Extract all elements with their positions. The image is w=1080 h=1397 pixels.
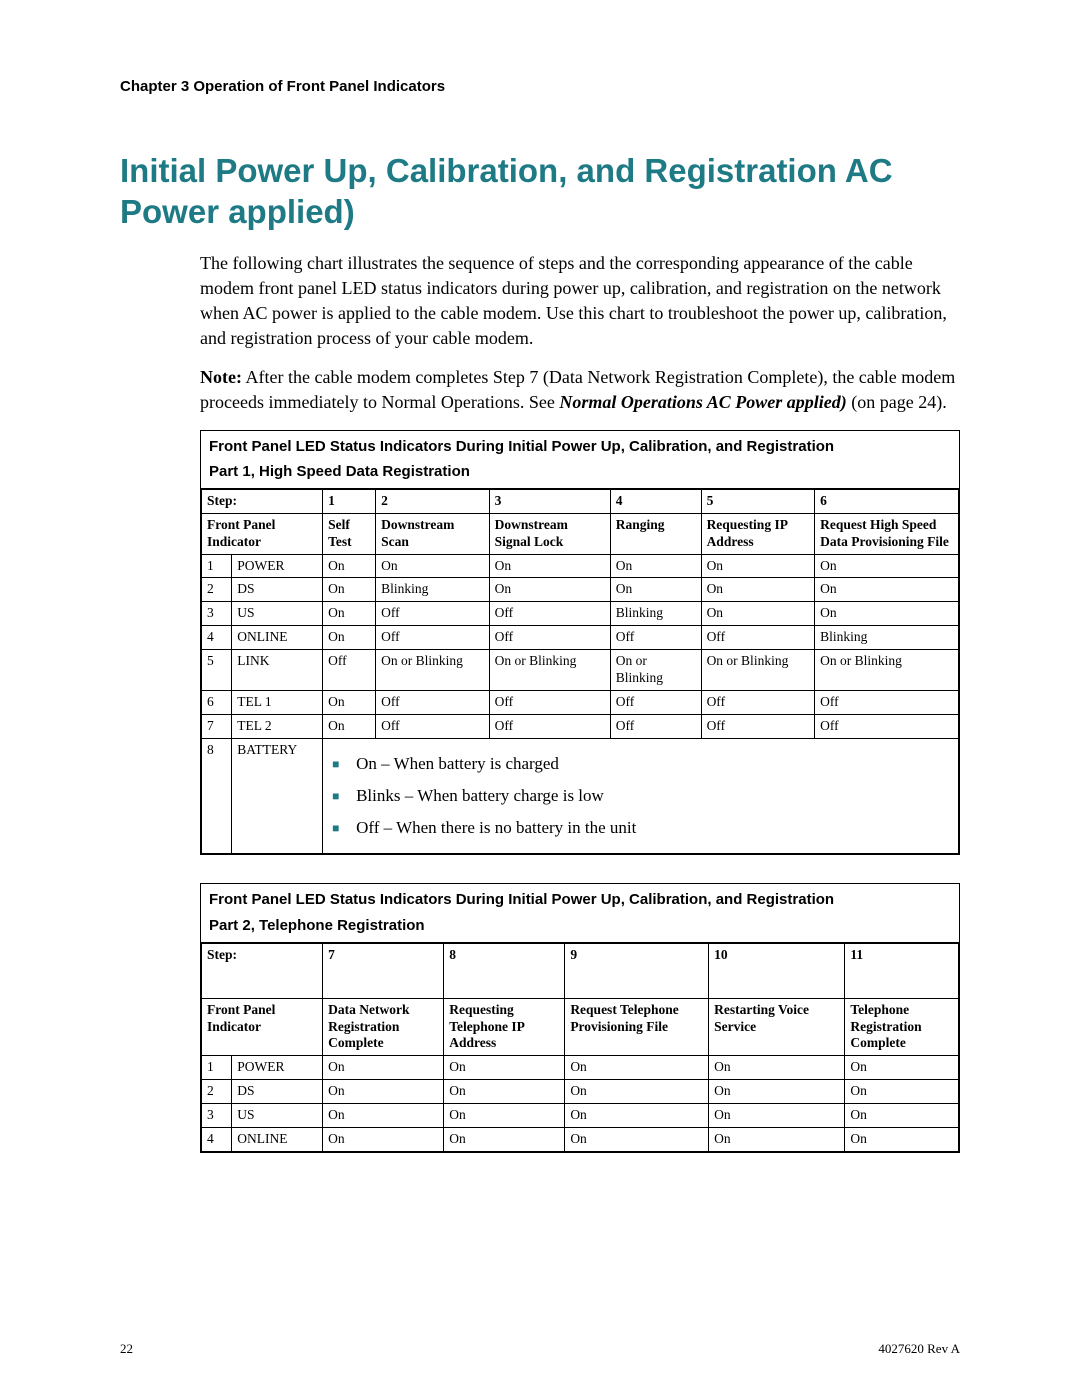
table1-caption: Front Panel LED Status Indicators During… [201,431,959,461]
fpi-desc: Ranging [610,513,701,554]
step-num: 2 [376,489,490,513]
fpi-label: Front Panel Indicator [202,998,323,1056]
battery-num: 8 [202,738,232,854]
table-row: 7TEL 2OnOffOffOffOffOff [202,714,959,738]
table-row: 2DSOnOnOnOnOn [202,1080,959,1104]
page: Chapter 3 Operation of Front Panel Indic… [0,0,1080,1397]
table-row: 1POWEROnOnOnOnOn [202,1056,959,1080]
note-xref: Normal Operations AC Power applied) [559,392,846,412]
step-num: 3 [489,489,610,513]
table1-subtitle: Part 1, High Speed Data Registration [201,461,959,489]
fpi-desc: Self Test [323,513,376,554]
note-label: Note: [200,367,242,387]
fpi-desc: Request High Speed Data Provisioning Fil… [815,513,959,554]
fpi-desc: Downstream Signal Lock [489,513,610,554]
table1: Step: 1 2 3 4 5 6 Front Panel Indicator … [201,489,959,855]
list-item: Blinks – When battery charge is low [332,780,953,812]
table2-wrap: Front Panel LED Status Indicators During… [200,883,960,1152]
step-num: 11 [845,943,959,998]
page-title: Initial Power Up, Calibration, and Regis… [120,150,960,233]
step-num: 8 [444,943,565,998]
intro-paragraph: The following chart illustrates the sequ… [200,251,960,352]
table-row: 8 BATTERY On – When battery is charged B… [202,738,959,854]
table-row: Front Panel Indicator Data Network Regis… [202,998,959,1056]
battery-name: BATTERY [232,738,323,854]
note-paragraph: Note: After the cable modem completes St… [200,365,960,415]
note-tail: (on page 24). [847,392,947,412]
table-row: 4ONLINEOnOnOnOnOn [202,1127,959,1151]
body-text: The following chart illustrates the sequ… [200,251,960,416]
fpi-desc: Request Telephone Provisioning File [565,998,709,1056]
step-num: 1 [323,489,376,513]
table2-caption: Front Panel LED Status Indicators During… [201,884,959,914]
table-row: 5LINKOffOn or BlinkingOn or BlinkingOn o… [202,650,959,691]
step-num: 5 [701,489,815,513]
table-row: 3USOnOffOffBlinkingOnOn [202,602,959,626]
table-row: Step: 7 8 9 10 11 [202,943,959,998]
battery-cell: On – When battery is charged Blinks – Wh… [323,738,959,854]
step-num: 7 [323,943,444,998]
list-item: Off – When there is no battery in the un… [332,812,953,844]
table-row: 3USOnOnOnOnOn [202,1104,959,1128]
battery-list: On – When battery is charged Blinks – Wh… [328,748,953,845]
table-row: 4ONLINEOnOffOffOffOffBlinking [202,626,959,650]
footer: 22 4027620 Rev A [120,1341,960,1357]
table2: Step: 7 8 9 10 11 Front Panel Indicator … [201,943,959,1152]
list-item: On – When battery is charged [332,748,953,780]
table-row: 1POWEROnOnOnOnOnOn [202,554,959,578]
fpi-desc: Requesting IP Address [701,513,815,554]
step-label: Step: [202,943,323,998]
table-row: 2DSOnBlinkingOnOnOnOn [202,578,959,602]
step-num: 4 [610,489,701,513]
step-label: Step: [202,489,323,513]
fpi-desc: Restarting Voice Service [709,998,845,1056]
fpi-label: Front Panel Indicator [202,513,323,554]
table2-subtitle: Part 2, Telephone Registration [201,915,959,943]
table-row: Step: 1 2 3 4 5 6 [202,489,959,513]
doc-revision: 4027620 Rev A [878,1341,960,1357]
fpi-desc: Telephone Registration Complete [845,998,959,1056]
table-row: Front Panel Indicator Self Test Downstre… [202,513,959,554]
table-row: 6TEL 1OnOffOffOffOffOff [202,690,959,714]
step-num: 6 [815,489,959,513]
step-num: 9 [565,943,709,998]
fpi-desc: Data Network Registration Complete [323,998,444,1056]
fpi-desc: Downstream Scan [376,513,490,554]
page-number: 22 [120,1341,133,1357]
fpi-desc: Requesting Telephone IP Address [444,998,565,1056]
table1-wrap: Front Panel LED Status Indicators During… [200,430,960,856]
running-head: Chapter 3 Operation of Front Panel Indic… [120,78,960,95]
step-num: 10 [709,943,845,998]
